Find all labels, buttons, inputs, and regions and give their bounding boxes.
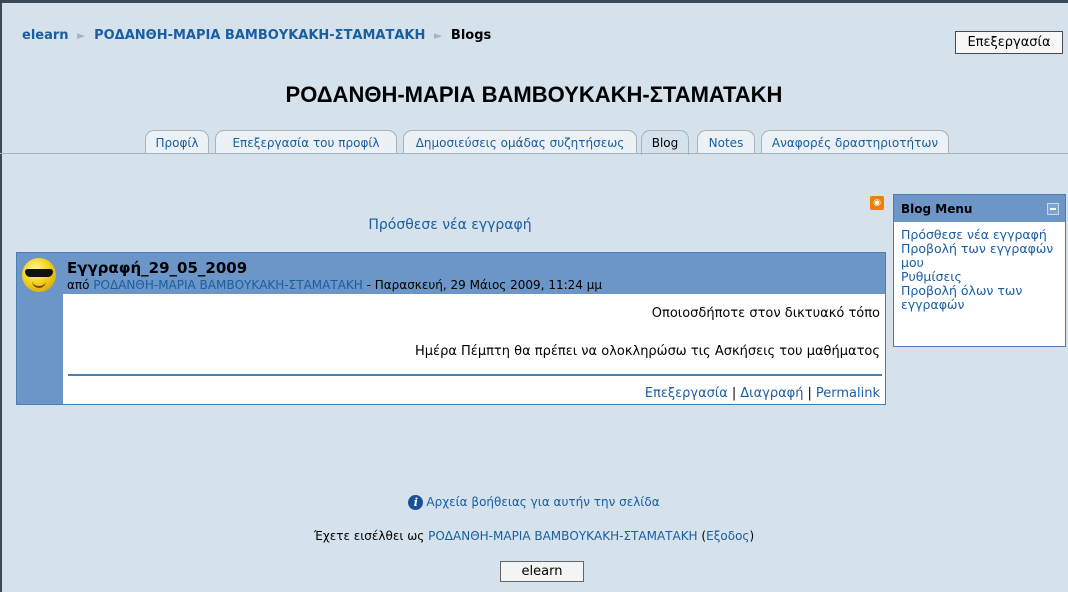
tab-blog[interactable]: Blog: [641, 130, 689, 155]
breadcrumb-separator-icon: ►: [77, 29, 86, 42]
help-row: i Αρχεία βοήθειας για αυτήν την σελίδα: [0, 495, 1068, 510]
logged-in-prefix: Έχετε εισέλθει ως: [313, 529, 425, 543]
breadcrumb-separator-icon: ►: [433, 29, 443, 42]
post-divider: [68, 374, 882, 376]
add-entry-link[interactable]: Πρόσθεσε νέα εγγραφή: [368, 217, 531, 233]
page-title: ΡΟΔΑΝΘΗ-ΜΑΡΙΑ ΒΑΜΒΟΥΚΑΚΗ-ΣΤΑΜΑΤΑΚΗ: [285, 82, 783, 107]
menu-item-add-entry[interactable]: Πρόσθεσε νέα εγγραφή: [901, 228, 1060, 242]
blog-menu-header: Blog Menu: [894, 195, 1065, 222]
post-publish-state: Οποιοσδήποτε στον δικτυακό τόπο: [651, 306, 880, 321]
post-side-column: [17, 253, 63, 404]
post-by-prefix: από: [67, 278, 90, 292]
edit-button[interactable]: Επεξεργασία: [955, 31, 1063, 54]
tab-forum-posts[interactable]: Δημοσιεύσεις ομάδας συζητήσεως: [403, 130, 637, 154]
logout-link[interactable]: Εξοδος: [706, 529, 749, 543]
post-meta: από ΡΟΔΑΝΘΗ-ΜΑΡΙΑ ΒΑΜΒΟΥΚΑΚΗ-ΣΤΑΜΑΤΑΚΗ -…: [67, 278, 602, 292]
post-author-link[interactable]: ΡΟΔΑΝΘΗ-ΜΑΡΙΑ ΒΑΜΒΟΥΚΑΚΗ-ΣΤΑΜΑΤΑΚΗ: [93, 278, 362, 292]
add-entry-link-wrap: Πρόσθεσε νέα εγγραφή: [0, 217, 900, 233]
blog-menu-block: Blog Menu Πρόσθεσε νέα εγγραφή Προβολή τ…: [893, 194, 1066, 347]
sunglasses-icon: [25, 269, 53, 277]
breadcrumb-user-link[interactable]: ΡΟΔΑΝΘΗ-ΜΑΡΙΑ ΒΑΜΒΟΥΚΑΚΗ-ΣΤΑΜΑΤΑΚΗ: [94, 28, 425, 43]
blog-menu-title: Blog Menu: [901, 201, 973, 216]
post-edit-link[interactable]: Επεξεργασία: [645, 386, 728, 401]
action-separator: |: [807, 386, 812, 401]
post-date: - Παρασκευή, 29 Μάιος 2009, 11:24 μμ: [362, 278, 602, 292]
menu-item-settings[interactable]: Ρυθμίσεις: [901, 270, 1060, 284]
help-info-icon[interactable]: i: [408, 495, 424, 510]
tab-notes[interactable]: Notes: [697, 130, 755, 154]
tab-edit-profile[interactable]: Επεξεργασία του προφίλ: [215, 130, 397, 154]
menu-item-my-entries[interactable]: Προβολή των εγγραφών μου: [901, 242, 1060, 270]
breadcrumb: elearn ► ΡΟΔΑΝΘΗ-ΜΑΡΙΑ ΒΑΜΒΟΥΚΑΚΗ-ΣΤΑΜΑΤ…: [22, 28, 491, 43]
home-button[interactable]: elearn: [500, 561, 584, 582]
window-top-border: [0, 0, 1068, 3]
post-content: Ημέρα Πέμπτη θα πρέπει να ολοκληρώσω τις…: [415, 344, 880, 359]
post-title: Εγγραφή_29_05_2009: [67, 259, 248, 277]
avatar-icon[interactable]: [22, 258, 56, 292]
tab-profile[interactable]: Προφίλ: [145, 130, 209, 154]
post-actions: Επεξεργασία | Διαγραφή | Permalink: [645, 386, 880, 401]
login-info: Έχετε εισέλθει ως ΡΟΔΑΝΘΗ-ΜΑΡΙΑ ΒΑΜΒΟΥΚΑ…: [0, 529, 1068, 543]
action-separator: |: [731, 386, 737, 401]
tab-bar: Προφίλ Επεξεργασία του προφίλ Δημοσιεύσε…: [0, 130, 1068, 155]
menu-item-all-entries[interactable]: Προβολή όλων των εγγραφών: [901, 284, 1060, 312]
collapse-icon[interactable]: [1047, 203, 1059, 215]
post-delete-link[interactable]: Διαγραφή: [740, 386, 803, 401]
blog-menu-list: Πρόσθεσε νέα εγγραφή Προβολή των εγγραφώ…: [894, 222, 1065, 312]
logout-paren-close: ): [749, 529, 755, 543]
tabs-divider: [0, 153, 1068, 154]
logged-in-user-link[interactable]: ΡΟΔΑΝΘΗ-ΜΑΡΙΑ ΒΑΜΒΟΥΚΑΚΗ-ΣΤΑΜΑΤΑΚΗ: [428, 529, 697, 543]
smile-icon: [32, 281, 46, 288]
help-link[interactable]: Αρχεία βοήθειας για αυτήν την σελίδα: [426, 495, 659, 509]
post-body: Οποιοσδήποτε στον δικτυακό τόπο Ημέρα Πέ…: [63, 294, 885, 404]
tab-activity-reports[interactable]: Αναφορές δραστηριοτήτων: [761, 130, 949, 154]
breadcrumb-current: Blogs: [450, 28, 492, 43]
blog-post: Εγγραφή_29_05_2009 από ΡΟΔΑΝΘΗ-ΜΑΡΙΑ ΒΑΜ…: [16, 252, 886, 405]
post-permalink-link[interactable]: Permalink: [816, 386, 880, 401]
post-header: Εγγραφή_29_05_2009 από ΡΟΔΑΝΘΗ-ΜΑΡΙΑ ΒΑΜ…: [63, 253, 885, 294]
breadcrumb-home-link[interactable]: elearn: [22, 28, 69, 43]
rss-icon[interactable]: ◉: [870, 196, 884, 210]
